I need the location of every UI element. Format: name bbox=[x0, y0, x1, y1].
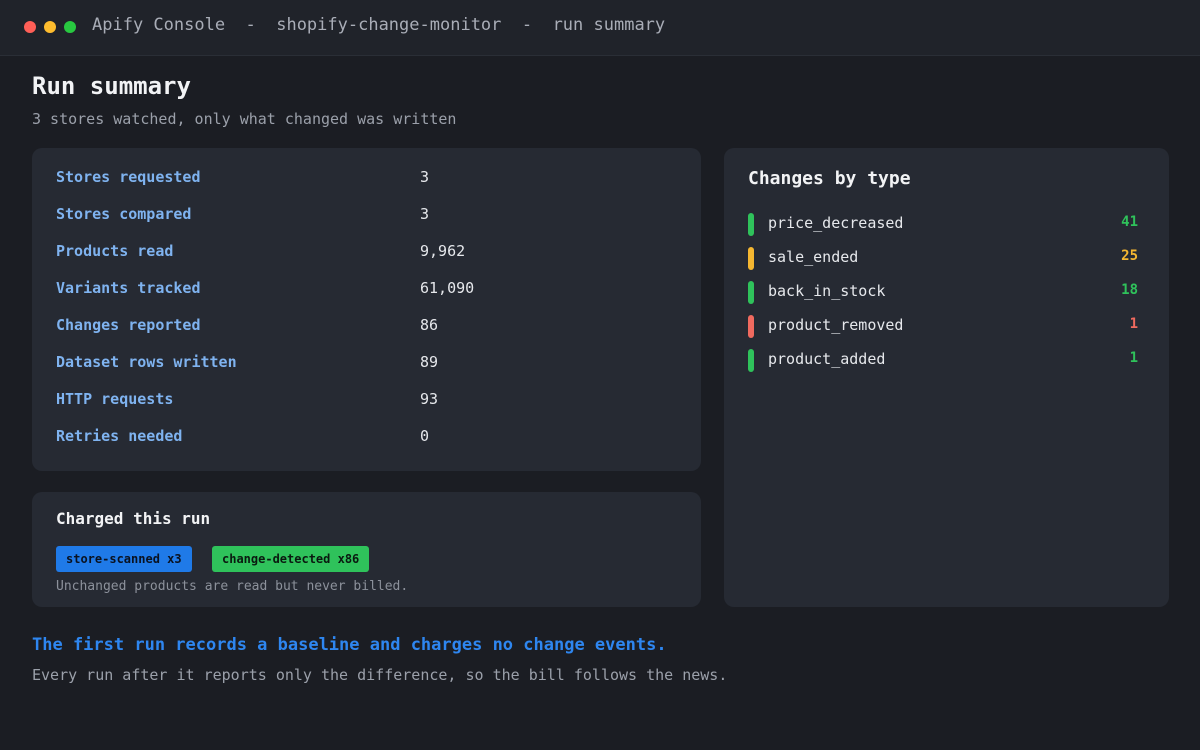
change-type-label: back_in_stock bbox=[768, 282, 886, 300]
stat-row: Stores compared 3 bbox=[56, 205, 676, 227]
change-type-label: product_added bbox=[768, 350, 886, 368]
change-type-count: 25 bbox=[1121, 248, 1138, 264]
maximize-window-button[interactable] bbox=[64, 21, 76, 33]
stat-value: 9,962 bbox=[420, 242, 466, 260]
stat-label: Stores requested bbox=[56, 168, 201, 186]
stat-value: 3 bbox=[420, 205, 430, 223]
window-titlebar: Apify Console - shopify-change-monitor -… bbox=[0, 0, 1200, 56]
run-stats-card: Stores requested 3 Stores compared 3 Pro… bbox=[32, 148, 701, 471]
changes-title: Changes by type bbox=[748, 168, 911, 189]
stat-label: Variants tracked bbox=[56, 279, 201, 297]
minimize-window-button[interactable] bbox=[44, 21, 56, 33]
stat-row: HTTP requests 93 bbox=[56, 390, 676, 412]
close-window-button[interactable] bbox=[24, 21, 36, 33]
stat-row: Stores requested 3 bbox=[56, 168, 676, 190]
change-type-row: product_removed 1 bbox=[748, 314, 1148, 338]
stat-label: Products read bbox=[56, 242, 174, 260]
change-type-row: back_in_stock 18 bbox=[748, 280, 1148, 304]
change-type-count: 1 bbox=[1129, 316, 1138, 332]
change-type-label: sale_ended bbox=[768, 248, 859, 266]
stat-label: Stores compared bbox=[56, 205, 192, 223]
stat-value: 61,090 bbox=[420, 279, 475, 297]
footer-headline: The first run records a baseline and cha… bbox=[32, 635, 667, 655]
status-bar bbox=[748, 281, 754, 304]
status-bar bbox=[748, 315, 754, 338]
change-type-count: 41 bbox=[1121, 214, 1138, 230]
status-bar bbox=[748, 349, 754, 372]
change-detected-badge: change-detected x86 bbox=[212, 546, 370, 572]
stat-row: Variants tracked 61,090 bbox=[56, 279, 676, 301]
change-type-count: 1 bbox=[1129, 350, 1138, 366]
stat-row: Dataset rows written 89 bbox=[56, 353, 676, 375]
stat-value: 3 bbox=[420, 168, 430, 186]
stat-value: 93 bbox=[420, 390, 439, 408]
status-bar bbox=[748, 213, 754, 236]
stat-value: 89 bbox=[420, 353, 439, 371]
change-type-row: product_added 1 bbox=[748, 348, 1148, 372]
change-type-label: product_removed bbox=[768, 316, 904, 334]
stat-label: HTTP requests bbox=[56, 390, 174, 408]
page-subtitle: 3 stores watched, only what changed was … bbox=[32, 110, 457, 128]
store-scanned-badge: store-scanned x3 bbox=[56, 546, 192, 572]
stat-value: 86 bbox=[420, 316, 439, 334]
stat-label: Changes reported bbox=[56, 316, 201, 334]
stat-label: Retries needed bbox=[56, 427, 183, 445]
change-type-label: price_decreased bbox=[768, 214, 904, 232]
stat-row: Changes reported 86 bbox=[56, 316, 676, 338]
stat-row: Products read 9,962 bbox=[56, 242, 676, 264]
change-type-row: price_decreased 41 bbox=[748, 212, 1148, 236]
page-title: Run summary bbox=[32, 72, 191, 100]
charged-title: Charged this run bbox=[56, 509, 211, 528]
stat-label: Dataset rows written bbox=[56, 353, 237, 371]
window-title: Apify Console - shopify-change-monitor -… bbox=[92, 15, 666, 35]
status-bar bbox=[748, 247, 754, 270]
stat-value: 0 bbox=[420, 427, 430, 445]
footer-text: Every run after it reports only the diff… bbox=[32, 666, 728, 684]
charged-card: Charged this run store-scanned x3 change… bbox=[32, 492, 701, 607]
changes-by-type-card: Changes by type price_decreased 41 sale_… bbox=[724, 148, 1169, 607]
change-type-count: 18 bbox=[1121, 282, 1138, 298]
stat-row: Retries needed 0 bbox=[56, 427, 676, 449]
change-type-row: sale_ended 25 bbox=[748, 246, 1148, 270]
charged-note: Unchanged products are read but never bi… bbox=[56, 579, 409, 594]
